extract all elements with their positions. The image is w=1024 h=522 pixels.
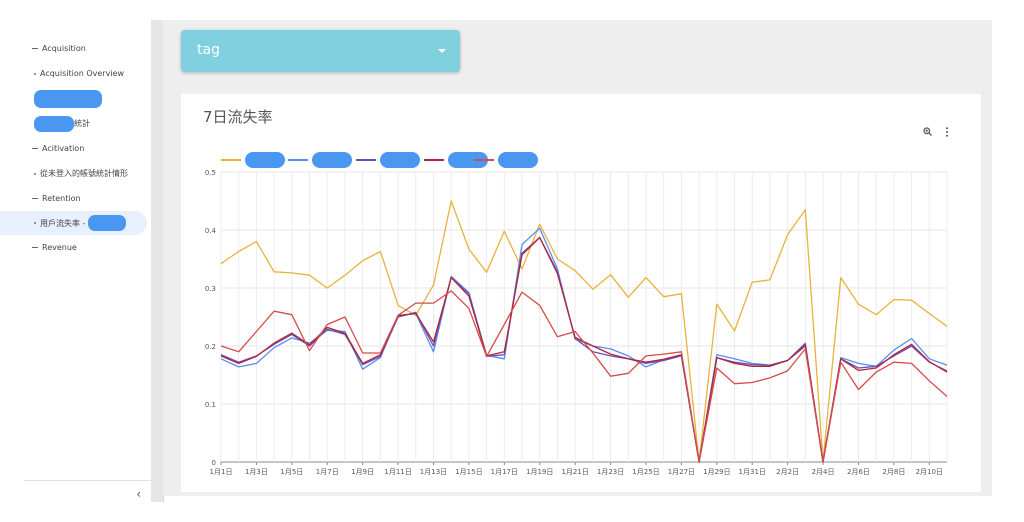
- sidebar-item-acquisition-overview[interactable]: Acquisition Overview: [24, 61, 154, 86]
- redacted-label: [88, 215, 127, 231]
- dash-bullet-icon: [32, 148, 38, 149]
- x-tick-label: 1月27日: [668, 468, 695, 476]
- redacted-label: [34, 115, 74, 132]
- dropdown-arrow-icon: [438, 49, 446, 53]
- x-tick-label: 2月10日: [916, 468, 943, 476]
- tag-filter-label: tag: [197, 42, 220, 58]
- dash-bullet-icon: [32, 48, 38, 49]
- x-tick-label: 1月9日: [351, 468, 374, 476]
- x-tick-label: 1月3日: [245, 468, 268, 476]
- x-tick-label: 1月25日: [632, 468, 659, 476]
- main-content: tag 7日流失率 0 0.1 0.2 0.3 0.4 0.5 1月1日 1月3日 1月5日 1月…: [163, 20, 992, 496]
- sidebar-item-label: Revenue: [42, 243, 77, 252]
- dash-bullet-icon: [32, 247, 38, 248]
- dot-bullet-icon: [34, 222, 36, 224]
- series-line-5: [220, 290, 948, 463]
- chart-card: 7日流失率 0 0.1 0.2 0.3 0.4 0.5 1月1日 1月3日 1月5日 1月7日 1月…: [181, 94, 981, 492]
- sidebar-item-activation[interactable]: Acitivation: [24, 136, 154, 161]
- x-tick-label: 1月23日: [597, 468, 624, 476]
- y-tick-label: 0.4: [205, 227, 217, 235]
- x-tick-label: 2月4日: [812, 468, 835, 476]
- line-chart: 0 0.1 0.2 0.3 0.4 0.5 1月1日 1月3日 1月5日 1月7日 1月9日 1月11…: [205, 169, 948, 476]
- y-tick-label: 0.5: [205, 169, 216, 177]
- x-tick-label: 1月5日: [280, 468, 303, 476]
- sidebar-item-statistics[interactable]: 統計: [24, 111, 154, 136]
- x-tick-label: 1月29日: [703, 468, 730, 476]
- series-line-3: [220, 236, 948, 463]
- sidebar-item-redacted[interactable]: [24, 86, 154, 111]
- sidebar-item-retention[interactable]: Retention: [24, 186, 154, 211]
- x-tick-label: 2月6日: [847, 468, 870, 476]
- y-tick-label: 0: [212, 459, 216, 467]
- sidebar-item-label: Retention: [42, 194, 81, 203]
- sidebar-item-never-logged-in[interactable]: 從未登入的帳號統計情形: [24, 161, 154, 186]
- sidebar-item-acquisition[interactable]: Acquisition: [24, 36, 154, 61]
- sidebar-item-churn-rate[interactable]: 用戶流失率 -: [0, 211, 147, 235]
- dash-bullet-icon: [32, 198, 38, 199]
- sidebar-item-label: 用戶流失率 -: [40, 218, 86, 228]
- collapse-sidebar-icon[interactable]: ‹: [136, 487, 141, 501]
- x-tick-label: 1月31日: [739, 468, 766, 476]
- series-line-4: [220, 236, 948, 463]
- sidebar-item-label: 統計: [74, 119, 90, 128]
- x-tick-label: 1月13日: [420, 468, 447, 476]
- dot-bullet-icon: [34, 172, 36, 175]
- sidebar-item-label: Acquisition: [42, 44, 86, 53]
- sidebar-item-revenue[interactable]: Revenue: [24, 235, 154, 260]
- x-tick-label: 1月1日: [210, 468, 233, 476]
- series-line-1: [220, 200, 948, 463]
- y-tick-label: 0.2: [205, 343, 216, 351]
- x-tick-label: 2月2日: [776, 468, 799, 476]
- sidebar: Acquisition Acquisition Overview 統計 Acit…: [0, 0, 151, 522]
- y-tick-label: 0.3: [205, 285, 216, 293]
- tag-filter-dropdown[interactable]: tag: [181, 30, 460, 72]
- sidebar-nav: Acquisition Acquisition Overview 統計 Acit…: [0, 36, 154, 260]
- x-tick-label: 1月7日: [316, 468, 339, 476]
- x-tick-label: 1月17日: [491, 468, 518, 476]
- x-tick-label: 1月15日: [455, 468, 482, 476]
- dot-bullet-icon: [34, 72, 36, 75]
- sidebar-footer: ‹: [24, 480, 151, 507]
- sidebar-item-label: 從未登入的帳號統計情形: [40, 169, 128, 178]
- sidebar-item-label: Acitivation: [42, 144, 85, 153]
- sidebar-item-label: Acquisition Overview: [40, 69, 125, 78]
- redacted-label: [34, 89, 102, 108]
- x-tick-label: 2月8日: [882, 468, 905, 476]
- x-tick-label: 1月11日: [384, 468, 411, 476]
- x-tick-label: 1月19日: [526, 468, 553, 476]
- y-tick-label: 0.1: [205, 401, 216, 409]
- x-tick-label: 1月21日: [561, 468, 588, 476]
